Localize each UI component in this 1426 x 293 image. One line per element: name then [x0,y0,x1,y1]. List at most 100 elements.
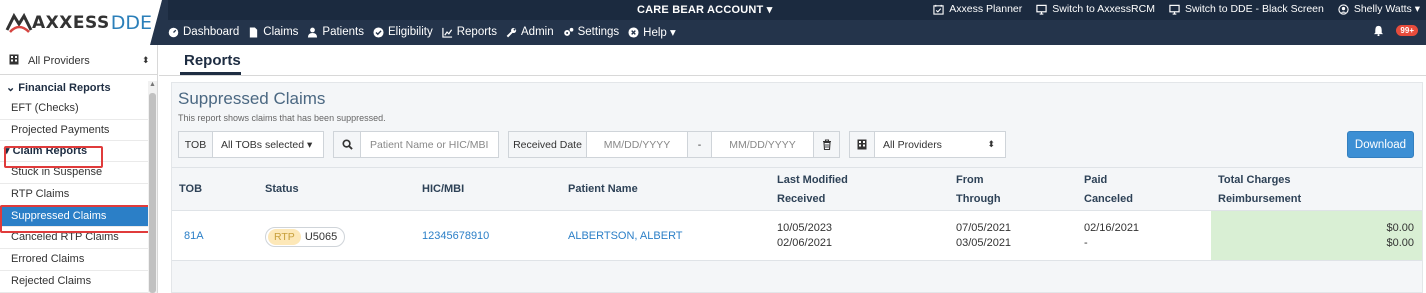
nav-claims[interactable]: Claims [248,25,298,39]
report-menu: ⌄ Financial Reports EFT (Checks) Project… [0,79,148,293]
row-total-charges: $0.00 [1386,222,1414,234]
download-button[interactable]: Download [1347,131,1414,158]
section-claim-reports[interactable]: ▾ Claim Reports [0,141,148,163]
nav-reports-label: Reports [456,26,497,38]
notifications[interactable]: 99+ [1373,25,1418,36]
column-header-through[interactable]: Through [956,190,1001,209]
chart-icon [442,27,452,38]
nav-claims-label: Claims [263,26,299,38]
top-header: AXXESS DDE CARE BEAR ACCOUNT ▾ Axxess Pl… [0,0,1426,45]
switch-rcm-link[interactable]: Switch to AxxessRCM [1036,3,1155,15]
column-header-tob[interactable]: TOB [179,180,202,199]
provider-filter-dropdown[interactable]: All Providers ⬍ [875,131,1006,158]
column-header-from[interactable]: From [956,171,984,190]
sidebar-item-errored-claims[interactable]: Errored Claims [0,249,148,271]
column-header-reimbursement[interactable]: Reimbursement [1218,190,1301,209]
row-patient-link[interactable]: ALBERTSON, ALBERT [568,229,683,244]
main-nav: Dashboard Claims Patients Eligibility Re… [168,25,676,39]
calendar-check-icon [933,4,944,15]
axxess-planner-link[interactable]: Axxess Planner [933,3,1022,15]
row-from: 07/05/2021 [956,222,1012,234]
column-header-patient[interactable]: Patient Name [568,180,638,199]
status-code: U5065 [304,231,338,243]
scroll-up-icon[interactable]: ▲ [149,81,156,88]
row-paid: 02/16/2021 [1084,222,1140,234]
sidebar-provider-select[interactable]: All Providers ⬍ [0,47,158,75]
check-circle-icon [373,26,384,38]
row-reimbursement: $0.00 [1386,237,1414,249]
nav-reports[interactable]: Reports [442,25,497,39]
report-panel: Suppressed Claims This report shows clai… [171,82,1423,293]
column-header-hic[interactable]: HIC/MBI [422,180,464,199]
row-tob-link[interactable]: 81A [184,229,204,244]
sidebar-item-projected-payments[interactable]: Projected Payments [0,120,148,142]
sort-arrows-icon: ⬍ [142,55,150,65]
chevron-down-icon: ⌄ [6,82,16,94]
user-circle-icon [1338,3,1349,15]
sidebar-scroll-thumb[interactable] [149,93,156,293]
building-icon [857,139,867,150]
nav-dashboard-label: Dashboard [183,26,240,38]
switch-black-screen-link[interactable]: Switch to DDE - Black Screen [1169,3,1324,15]
status-rtp-tag: RTP [268,229,301,245]
status-badge: RTP U5065 [265,227,346,247]
gears-icon [563,27,573,36]
sidebar-item-canceled-rtp-claims[interactable]: Canceled RTP Claims [0,227,148,250]
sidebar-item-suppressed-claims[interactable]: Suppressed Claims [0,205,148,228]
section-claim-label: Claim Reports [12,145,88,158]
date-range-separator: - [688,131,712,158]
nav-settings[interactable]: Settings [563,25,619,39]
nav-patients-label: Patients [322,26,364,38]
patient-search-placeholder: Patient Name or HIC/MBI [370,138,489,151]
column-header-last-modified[interactable]: Last Modified [777,171,848,190]
user-menu[interactable]: Shelly Watts ▾ [1338,3,1420,15]
axxess-logo[interactable]: AXXESS DDE [0,0,158,45]
search-icon [341,139,353,150]
received-date-to-input[interactable]: MM/DD/YYYY [712,131,814,158]
nav-admin[interactable]: Admin [506,25,554,39]
user-icon [308,27,318,38]
row-hic-link[interactable]: 12345678910 [422,229,489,244]
column-header-canceled[interactable]: Canceled [1084,190,1133,209]
nav-eligibility-label: Eligibility [387,26,433,38]
sidebar-item-rejected-claims[interactable]: Rejected Claims [0,271,148,293]
account-switcher[interactable]: CARE BEAR ACCOUNT ▾ [637,3,772,16]
tob-filter-dropdown[interactable]: All TOBs selected ▾ [213,131,324,158]
nav-dashboard[interactable]: Dashboard [168,25,239,39]
report-title: Suppressed Claims [178,89,326,108]
sidebar-item-eft-checks[interactable]: EFT (Checks) [0,98,148,120]
sidebar-scrollbar[interactable]: ▲ [148,81,157,293]
tab-reports[interactable]: Reports [184,52,241,69]
nav-eligibility[interactable]: Eligibility [373,25,433,39]
logo-word-axxess: AXXESS [32,12,110,33]
section-financial-reports[interactable]: ⌄ Financial Reports [0,79,148,98]
filter-bar: TOB All TOBs selected ▾ Patient Name or … [178,131,1006,158]
search-button[interactable] [333,131,361,158]
logo-word-dde: DDE [110,11,152,34]
monitor-icon [1169,4,1180,15]
trash-icon [822,139,831,150]
clear-dates-button[interactable] [814,131,840,158]
tab-divider [159,75,1426,76]
nav-help[interactable]: Help ▾ [628,25,676,39]
bell-icon [1374,25,1384,36]
row-canceled: - [1084,237,1088,249]
column-header-received[interactable]: Received [777,190,825,209]
row-received: 02/06/2021 [777,237,833,249]
chevron-down-icon: ▾ [4,145,10,158]
section-financial-label: Financial Reports [18,82,111,94]
building-icon [0,54,28,68]
column-header-total-charges[interactable]: Total Charges [1218,171,1291,190]
row-last-modified: 10/05/2023 [777,222,833,234]
table-row[interactable]: 81A RTP U5065 12345678910 ALBERTSON, ALB… [172,211,1422,261]
patient-search-input[interactable]: Patient Name or HIC/MBI [361,131,499,158]
sidebar-item-stuck-in-suspense[interactable]: Stuck in Suspense [0,162,148,185]
column-header-status[interactable]: Status [265,180,299,199]
nav-patients[interactable]: Patients [307,25,364,39]
provider-filter-icon-box [849,131,875,158]
monitor-icon [1036,4,1047,15]
sidebar: All Providers ⬍ ⌄ Financial Reports EFT … [0,45,158,293]
received-date-from-input[interactable]: MM/DD/YYYY [587,131,688,158]
column-header-paid[interactable]: Paid [1084,171,1107,190]
sidebar-item-rtp-claims[interactable]: RTP Claims [0,184,148,206]
